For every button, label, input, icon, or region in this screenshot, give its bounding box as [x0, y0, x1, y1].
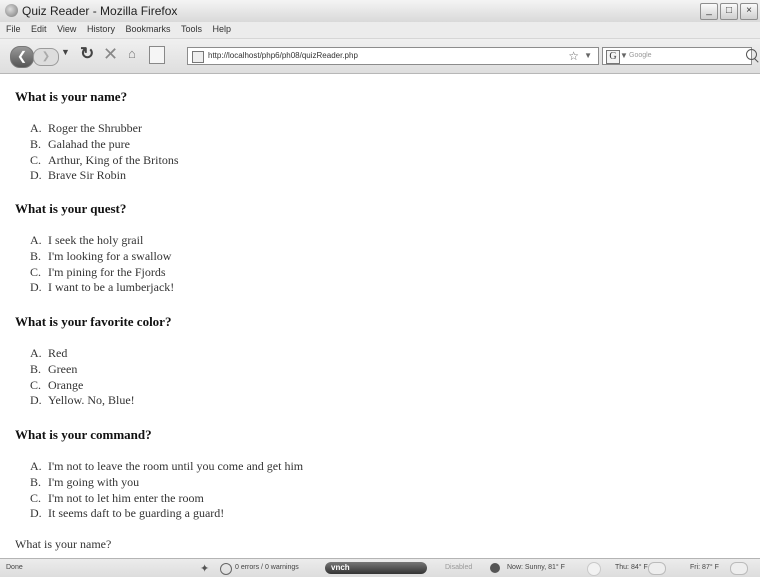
url-text[interactable]: http://localhost/php6/ph08/quizReader.ph… — [208, 51, 358, 60]
close-button[interactable]: × — [740, 3, 758, 20]
url-bar[interactable]: http://localhost/php6/ph08/quizReader.ph… — [187, 47, 599, 65]
search-engine-dropdown-icon[interactable]: ▼ — [620, 51, 628, 60]
answer-3a: A. Red — [30, 346, 68, 360]
status-done: Done — [6, 564, 23, 571]
search-placeholder[interactable]: Google — [629, 52, 652, 59]
google-icon[interactable]: G — [606, 50, 620, 64]
forward-button[interactable]: ❯ — [33, 48, 59, 66]
question-4: What is your command? — [15, 427, 152, 442]
window-title: Quiz Reader - Mozilla Firefox — [22, 4, 178, 18]
question-1: What is your name? — [15, 89, 128, 104]
browser-window: Quiz Reader - Mozilla Firefox _ □ × File… — [0, 0, 760, 577]
answer-1d: D. Brave Sir Robin — [30, 168, 126, 183]
validator-icon[interactable] — [220, 563, 232, 575]
reload-icon[interactable]: ↻ — [80, 44, 94, 64]
answer-2b: B. I'm looking for a swallow — [30, 248, 172, 263]
answer-1a: A. Roger the Shrubber — [30, 121, 142, 135]
menu-file[interactable]: File — [6, 24, 21, 34]
globe-icon[interactable] — [490, 563, 500, 573]
title-bar: Quiz Reader - Mozilla Firefox _ □ × — [0, 0, 760, 23]
page-icon[interactable] — [149, 46, 165, 64]
answer-1b: B. Galahad the pure — [30, 136, 130, 151]
answer-list-4: A. I'm not to leave the room until you co… — [30, 459, 303, 522]
answer-3b: B. Green — [30, 361, 78, 376]
vnc-toolbar[interactable]: vnch — [325, 562, 427, 574]
home-icon[interactable]: ⌂ — [128, 46, 136, 61]
menu-history[interactable]: History — [87, 24, 115, 34]
menu-bookmarks[interactable]: Bookmarks — [125, 24, 170, 34]
addon-puzzle-icon[interactable]: ✦ — [200, 562, 209, 575]
answer-4d: D. It seems daft to be guarding a guard! — [30, 506, 225, 521]
question-3: What is your favorite color? — [15, 314, 172, 329]
menu-edit[interactable]: Edit — [31, 24, 47, 34]
page-content: What is your name? A. Roger the Shrubber … — [0, 74, 760, 558]
answer-list-3: A. Red B. Green C. Orange D. Yellow. No, Blu… — [30, 346, 135, 409]
firefox-icon — [5, 4, 18, 17]
weather-now[interactable]: Now: Sunny, 81° F — [507, 564, 565, 571]
stop-icon[interactable]: ✕ — [103, 44, 118, 65]
bookmark-star-icon[interactable]: ☆ — [568, 49, 579, 63]
url-dropdown-icon[interactable]: ▼ — [584, 51, 592, 60]
menu-help[interactable]: Help — [213, 24, 232, 34]
status-errors[interactable]: 0 errors / 0 warnings — [235, 564, 299, 571]
navigation-toolbar: ❮ ❯ ▼ ↻ ✕ ⌂ http://localhost/php6/ph08/q… — [0, 39, 760, 74]
footer-question: What is your name? — [15, 537, 112, 551]
status-disabled: Disabled — [445, 564, 473, 571]
search-icon[interactable] — [746, 49, 757, 60]
history-dropdown-icon[interactable]: ▼ — [61, 47, 70, 57]
answer-3d: D. Yellow. No, Blue! — [30, 393, 135, 408]
menu-tools[interactable]: Tools — [181, 24, 202, 34]
cloud-icon — [648, 562, 666, 575]
maximize-button[interactable]: □ — [720, 3, 738, 20]
answer-4a: A. I'm not to leave the room until you co… — [30, 459, 304, 473]
answer-1c: C. Arthur, King of the Britons — [30, 152, 179, 167]
window-controls: _ □ × — [700, 3, 758, 20]
site-icon — [192, 51, 204, 63]
weather-fri[interactable]: Fri: 87° F — [690, 564, 719, 571]
answer-list-1: A. Roger the Shrubber B. Galahad the pure … — [30, 121, 179, 184]
answer-2d: D. I want to be a lumberjack! — [30, 280, 175, 295]
search-bar[interactable]: G ▼ Google — [602, 47, 752, 65]
back-button[interactable]: ❮ — [10, 46, 34, 68]
answer-4c: C. I'm not to let him enter the room — [30, 490, 204, 505]
question-2: What is your quest? — [15, 201, 127, 216]
answer-list-2: A. I seek the holy grail B. I'm looking fo… — [30, 233, 174, 296]
cloud-icon — [730, 562, 748, 575]
sun-icon — [587, 562, 601, 576]
answer-3c: C. Orange — [30, 377, 84, 392]
answer-2a: A. I seek the holy grail — [30, 233, 144, 247]
minimize-button[interactable]: _ — [700, 3, 718, 20]
menu-bar: File Edit View History Bookmarks Tools H… — [0, 22, 760, 39]
status-bar: Done ✦ 0 errors / 0 warnings vnch Disabl… — [0, 558, 760, 577]
weather-thu[interactable]: Thu: 84° F — [615, 564, 648, 571]
answer-4b: B. I'm going with you — [30, 474, 140, 489]
answer-2c: C. I'm pining for the Fjords — [30, 264, 166, 279]
menu-view[interactable]: View — [57, 24, 76, 34]
